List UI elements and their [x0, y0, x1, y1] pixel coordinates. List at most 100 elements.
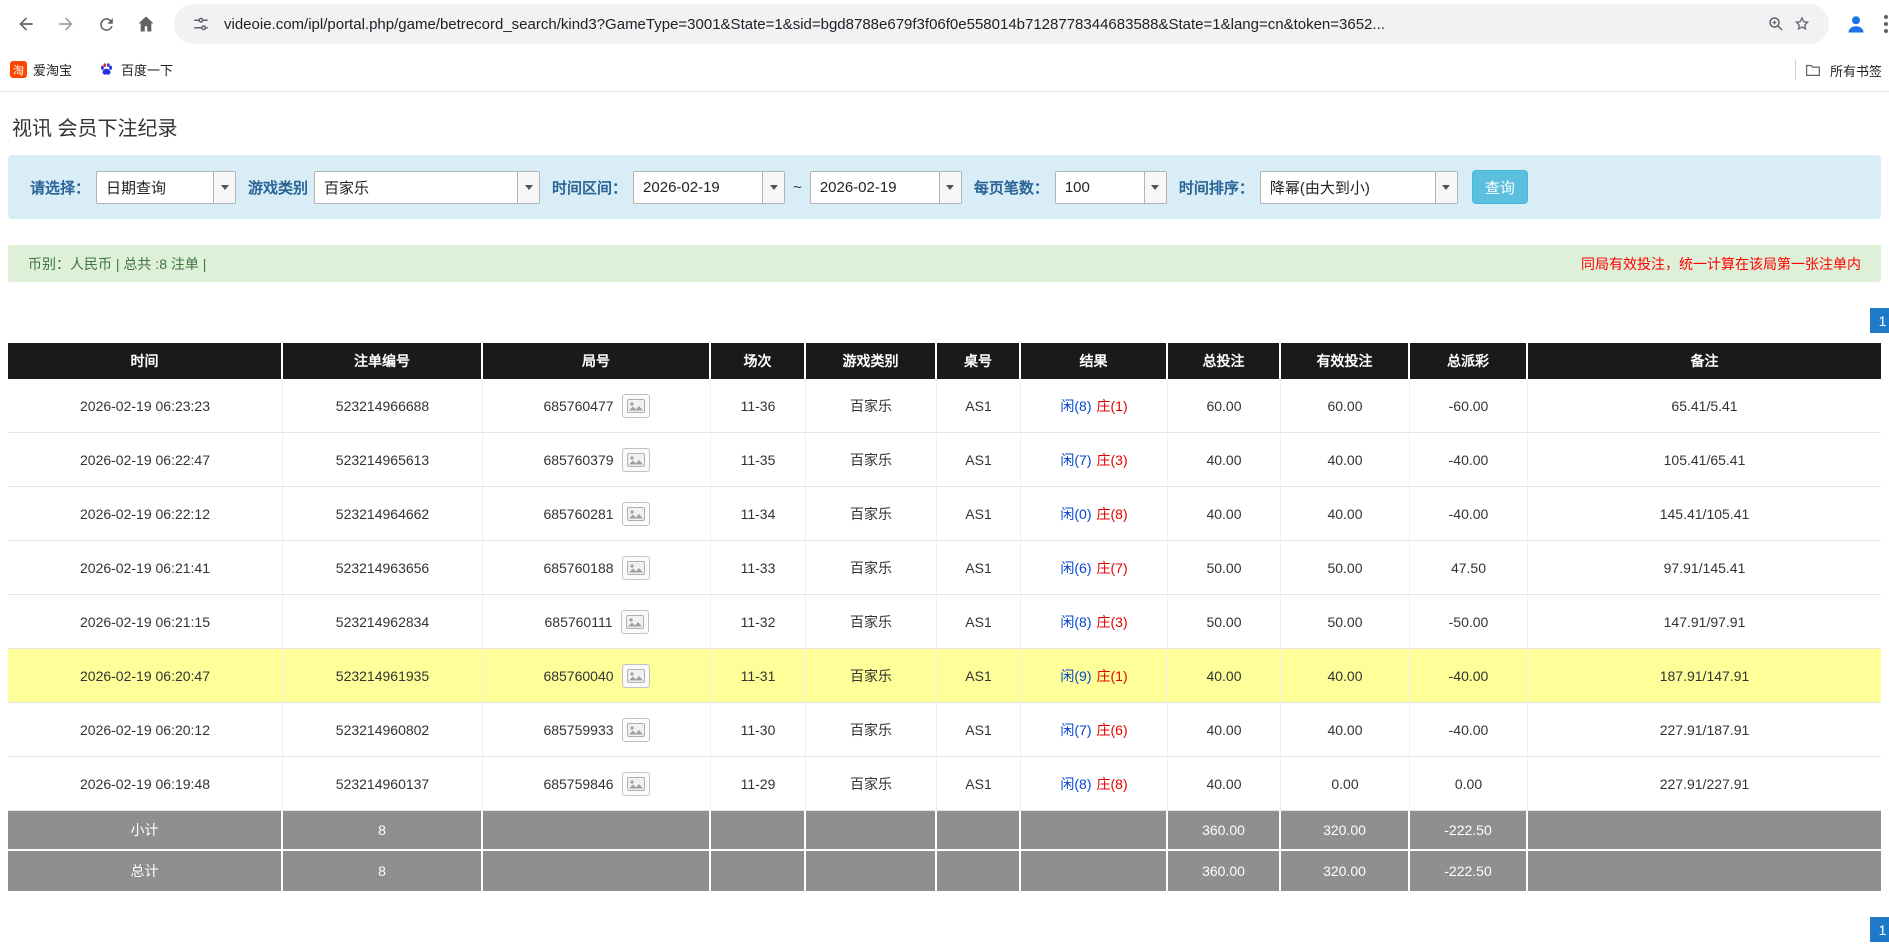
browser-menu-icon[interactable] — [1879, 7, 1889, 41]
game-result-icon[interactable] — [622, 502, 650, 526]
cell-valid-bet: 0.00 — [1281, 757, 1410, 811]
cell-payout: -40.00 — [1410, 487, 1528, 541]
cell-total-bet[interactable]: 50.00 — [1168, 541, 1281, 595]
all-bookmarks-label: 所有书签 — [1830, 61, 1882, 80]
cell-time: 2026-02-19 06:22:12 — [8, 487, 283, 541]
chevron-down-icon[interactable] — [939, 172, 961, 203]
page-content: 视讯 会员下注纪录 请选择： 日期查询 游戏类别 百家乐 时间区间： 2026-… — [0, 112, 1889, 942]
cell-valid-bet: 50.00 — [1281, 541, 1410, 595]
cell-valid-bet: 60.00 — [1281, 379, 1410, 433]
col-valid-bet: 有效投注 — [1281, 343, 1410, 379]
chevron-down-icon[interactable] — [1144, 172, 1166, 203]
bet-table-body: 2026-02-19 06:23:23 523214966688 6857604… — [8, 379, 1881, 811]
cell-note: 145.41/105.41 — [1528, 487, 1881, 541]
query-button[interactable]: 查询 — [1472, 170, 1528, 204]
cell-time: 2026-02-19 06:21:41 — [8, 541, 283, 595]
cell-result: 闲(8) 庄(8) — [1021, 757, 1168, 811]
cell-time: 2026-02-19 06:19:48 — [8, 757, 283, 811]
time-range-label: 时间区间： — [552, 177, 627, 198]
game-result-icon[interactable] — [622, 556, 650, 580]
cell-round: 685760477 — [483, 379, 711, 433]
date-from-dropdown[interactable]: 2026-02-19 — [633, 171, 785, 204]
profile-avatar-icon[interactable] — [1839, 7, 1873, 41]
subtotal-valid-bet: 320.00 — [1281, 811, 1410, 851]
cell-time: 2026-02-19 06:20:47 — [8, 649, 283, 703]
cell-round: 685760281 — [483, 487, 711, 541]
cell-total-bet[interactable]: 40.00 — [1168, 703, 1281, 757]
cell-bet-id: 523214966688 — [283, 379, 483, 433]
bookmark-taobao[interactable]: 淘 爱淘宝 — [10, 60, 72, 79]
result-player: 闲(6) — [1060, 560, 1091, 576]
all-bookmarks[interactable]: 所有书签 — [1795, 48, 1882, 92]
cell-valid-bet: 40.00 — [1281, 649, 1410, 703]
page-size-dropdown[interactable]: 100 — [1055, 171, 1167, 204]
game-result-icon[interactable] — [622, 448, 650, 472]
total-label: 总计 — [8, 851, 283, 891]
bet-records-table: 时间 注单编号 局号 场次 游戏类别 桌号 结果 总投注 有效投注 总派彩 备注… — [8, 343, 1881, 891]
bookmark-star-icon[interactable] — [1789, 11, 1815, 37]
cell-note: 227.91/187.91 — [1528, 703, 1881, 757]
game-result-icon[interactable] — [622, 664, 650, 688]
cell-total-bet[interactable]: 40.00 — [1168, 433, 1281, 487]
page-1-button[interactable]: 1 — [1870, 917, 1889, 942]
cell-session: 11-34 — [711, 487, 806, 541]
pagination-bottom: 1 — [8, 917, 1881, 942]
zoom-icon[interactable] — [1763, 11, 1789, 37]
result-player: 闲(8) — [1060, 776, 1091, 792]
table-row: 2026-02-19 06:21:15 523214962834 6857601… — [8, 595, 1881, 649]
cell-table-no: AS1 — [937, 703, 1021, 757]
cell-total-bet[interactable]: 40.00 — [1168, 487, 1281, 541]
col-table-no: 桌号 — [937, 343, 1021, 379]
cell-total-bet[interactable]: 50.00 — [1168, 595, 1281, 649]
browser-toolbar: videoie.com/ipl/portal.php/game/betrecor… — [0, 0, 1889, 48]
result-banker: 庄(8) — [1097, 776, 1128, 792]
date-to-value: 2026-02-19 — [811, 172, 939, 203]
game-result-icon[interactable] — [621, 610, 649, 634]
bookmark-baidu[interactable]: 百度一下 — [98, 60, 173, 79]
round-number: 685760281 — [543, 506, 613, 522]
cell-result: 闲(6)庄(7) — [1021, 541, 1168, 595]
cell-session: 11-36 — [711, 379, 806, 433]
cell-game-type: 百家乐 — [806, 541, 937, 595]
cell-table-no: AS1 — [937, 649, 1021, 703]
cell-valid-bet: 40.00 — [1281, 433, 1410, 487]
subtotal-row: 小计 8 360.00 320.00 -222.50 — [8, 811, 1881, 851]
subtotal-payout: -222.50 — [1410, 811, 1528, 851]
cell-total-bet[interactable]: 60.00 — [1168, 379, 1281, 433]
chevron-down-icon[interactable] — [213, 172, 235, 203]
result-banker: 庄(1) — [1097, 398, 1128, 414]
cell-time: 2026-02-19 06:21:15 — [8, 595, 283, 649]
chevron-down-icon[interactable] — [1435, 172, 1457, 203]
cell-time: 2026-02-19 06:22:47 — [8, 433, 283, 487]
cell-valid-bet: 40.00 — [1281, 487, 1410, 541]
address-bar[interactable]: videoie.com/ipl/portal.php/game/betrecor… — [174, 4, 1829, 44]
page-1-button[interactable]: 1 — [1870, 308, 1889, 333]
bookmark-baidu-label: 百度一下 — [121, 60, 173, 79]
cell-total-bet[interactable]: 40.00 — [1168, 649, 1281, 703]
game-result-icon[interactable] — [622, 772, 650, 796]
game-type-dropdown[interactable]: 百家乐 — [314, 171, 540, 204]
cell-result: 闲(0)庄(8) — [1021, 487, 1168, 541]
query-type-dropdown[interactable]: 日期查询 — [96, 171, 236, 204]
date-to-dropdown[interactable]: 2026-02-19 — [810, 171, 962, 204]
cell-table-no: AS1 — [937, 487, 1021, 541]
game-result-icon[interactable] — [622, 718, 650, 742]
site-settings-icon[interactable] — [188, 11, 214, 37]
cell-game-type: 百家乐 — [806, 757, 937, 811]
home-icon[interactable] — [128, 6, 164, 42]
chevron-down-icon[interactable] — [762, 172, 784, 203]
forward-icon[interactable] — [48, 6, 84, 42]
cell-table-no: AS1 — [937, 757, 1021, 811]
cell-payout: 47.50 — [1410, 541, 1528, 595]
game-result-icon[interactable] — [622, 394, 650, 418]
back-icon[interactable] — [8, 6, 44, 42]
cell-total-bet[interactable]: 40.00 — [1168, 757, 1281, 811]
summary-currency-count: 币别：人民币 | 总共 :8 注单 | — [28, 254, 206, 274]
sort-dropdown[interactable]: 降幂(由大到小) — [1260, 171, 1458, 204]
cell-round: 685760379 — [483, 433, 711, 487]
refresh-icon[interactable] — [88, 6, 124, 42]
cell-time: 2026-02-19 06:20:12 — [8, 703, 283, 757]
url-text[interactable]: videoie.com/ipl/portal.php/game/betrecor… — [224, 16, 1753, 33]
chevron-down-icon[interactable] — [517, 172, 539, 203]
cell-note: 97.91/145.41 — [1528, 541, 1881, 595]
